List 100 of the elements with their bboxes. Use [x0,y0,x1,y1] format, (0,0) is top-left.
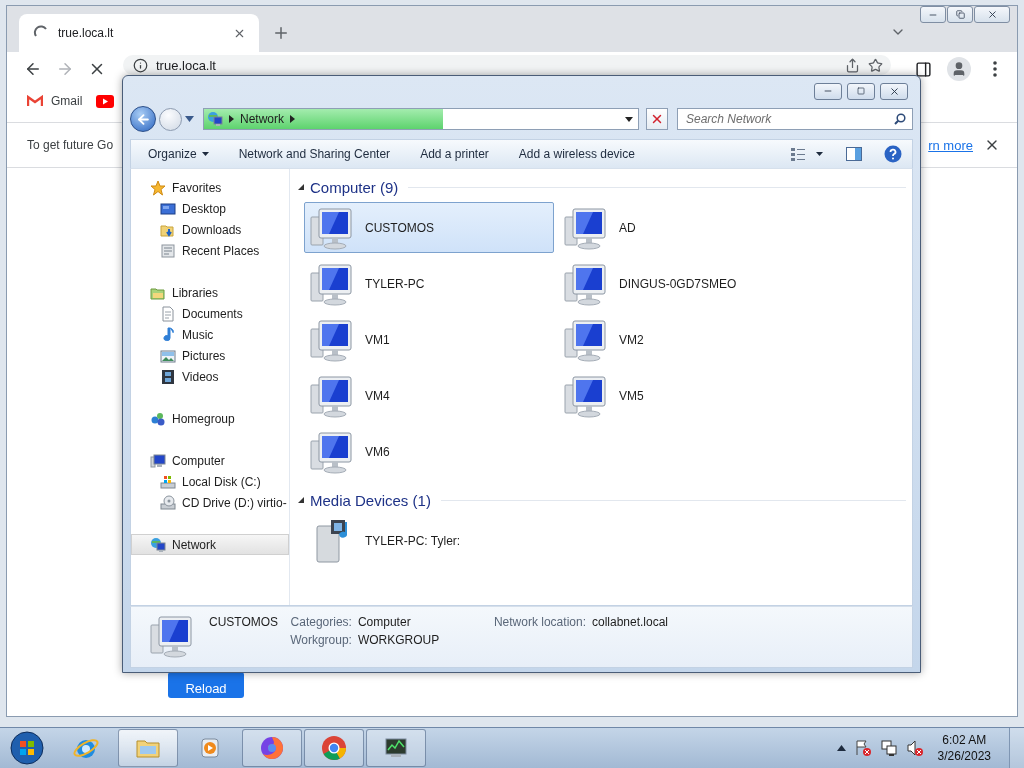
picture-icon [160,347,176,364]
close-icon [650,112,664,126]
network-icon [207,111,223,127]
chevron-icon[interactable] [229,115,234,123]
side-panel-icon [914,60,932,78]
field-value: collabnet.local [592,615,669,629]
network-device[interactable]: AD [558,202,808,253]
person-icon [951,61,967,77]
profile-avatar[interactable] [947,57,971,81]
taskbar-button[interactable] [242,729,302,767]
reload-button[interactable]: Reload [168,672,244,698]
chevron-icon[interactable] [290,115,295,123]
command-button[interactable]: Add a wireless device [518,147,635,161]
preview-pane-icon[interactable] [846,147,862,161]
network-device[interactable]: TYLER-PC [304,258,554,309]
collapse-icon[interactable] [298,497,304,503]
network-status-icon[interactable] [879,739,898,757]
network-device[interactable]: VM2 [558,314,808,365]
mail-icon [27,95,43,107]
disk-icon [160,473,176,490]
nav-item[interactable]: Network [131,534,289,555]
network-device[interactable]: VM1 [304,314,554,365]
start-orb-icon [10,731,44,765]
recent-places-icon [160,242,176,259]
taskbar-button[interactable] [366,729,426,767]
breadcrumb[interactable]: Network [240,112,284,126]
nav-item[interactable]: Music [131,324,289,345]
menu-icon [993,61,997,77]
minimize-button[interactable] [920,6,946,23]
volume-muted-icon[interactable] [905,739,924,757]
network-device[interactable]: CUSTOMOS [304,202,554,253]
restore-button[interactable] [947,6,973,23]
chrome-icon [320,734,348,762]
command-button[interactable]: Add a printer [420,147,489,161]
network-device[interactable]: TYLER-PC: Tyler: [304,515,554,566]
bookmark-link[interactable]: Gmail [27,94,83,108]
nav-item[interactable]: Downloads [131,219,289,240]
address-bar[interactable]: Network [203,108,639,130]
caret-icon[interactable] [185,116,194,122]
group-header[interactable]: Computer (9) [310,178,399,196]
command-button[interactable]: Network and Sharing Center [238,147,391,161]
desktop-icon [160,200,176,217]
stop-button[interactable] [646,108,668,130]
bookmark-star-icon[interactable] [868,57,883,73]
forward-arrow-icon [56,60,74,78]
learn-more-link[interactable]: rn more [928,137,973,153]
firefox-icon [258,734,286,762]
back-button[interactable] [130,106,156,132]
browser-tab[interactable]: true.loca.lt [19,14,259,52]
search-field[interactable]: Search Network [677,108,913,130]
nav-item[interactable]: Local Disk (C:) [131,471,289,492]
music-note-icon [160,326,176,343]
field-label: Workgroup: [290,633,352,647]
view-options-icon[interactable] [790,146,824,162]
nav-item[interactable]: Desktop [131,198,289,219]
network-device[interactable]: DINGUS-0GD7SMEO [558,258,808,309]
nav-item[interactable]: Recent Places [131,240,289,261]
plus-icon [272,24,290,42]
nav-item[interactable]: Homegroup [131,408,289,429]
group-header[interactable]: Media Devices (1) [310,491,431,509]
network-device[interactable]: VM6 [304,426,554,477]
cd-drive-icon [160,494,176,511]
address-bar[interactable]: true.loca.lt [123,55,891,75]
nav-item[interactable]: Pictures [131,345,289,366]
network-device[interactable]: VM4 [304,370,554,421]
nav-item[interactable]: Documents [131,303,289,324]
close-icon [986,9,998,20]
tab-title: true.loca.lt [58,26,115,40]
info-message: To get future Go [27,138,114,152]
nav-item[interactable]: Videos [131,366,289,387]
homegroup-icon [150,410,166,427]
dropdown-icon[interactable] [625,116,633,122]
nav-item[interactable]: Favorites [131,177,289,198]
network-device[interactable]: VM5 [558,370,808,421]
clock[interactable]: 6:02 AM 3/26/2023 [937,732,991,764]
search-icon [894,113,906,125]
collapse-icon[interactable] [298,184,304,190]
star-icon [150,179,166,196]
restore-icon [955,10,965,19]
command-button[interactable]: Organize [148,147,209,161]
maximize-button[interactable] [847,82,875,100]
nav-item[interactable]: CD Drive (D:) virtio- [131,492,289,513]
bookmark-link[interactable] [96,94,115,108]
show-hidden-icons-button[interactable] [836,745,846,751]
play-icon [96,94,115,108]
info-icon [133,57,148,73]
help-icon[interactable] [884,145,902,163]
field-value: WORKGROUP [357,633,441,647]
device-name: CUSTOMOS [209,614,279,629]
share-icon[interactable] [845,57,860,73]
nav-item[interactable]: Libraries [131,282,289,303]
minimize-button[interactable] [814,82,842,100]
maximize-icon [857,87,865,95]
field-label: Network location: [493,615,586,629]
close-icon [888,85,900,97]
nav-item[interactable]: Computer [131,450,289,471]
field-value: Computer [357,615,412,629]
field-label: Categories: [290,615,352,629]
flag-warning-icon[interactable] [853,739,872,757]
computer-icon [150,452,166,469]
